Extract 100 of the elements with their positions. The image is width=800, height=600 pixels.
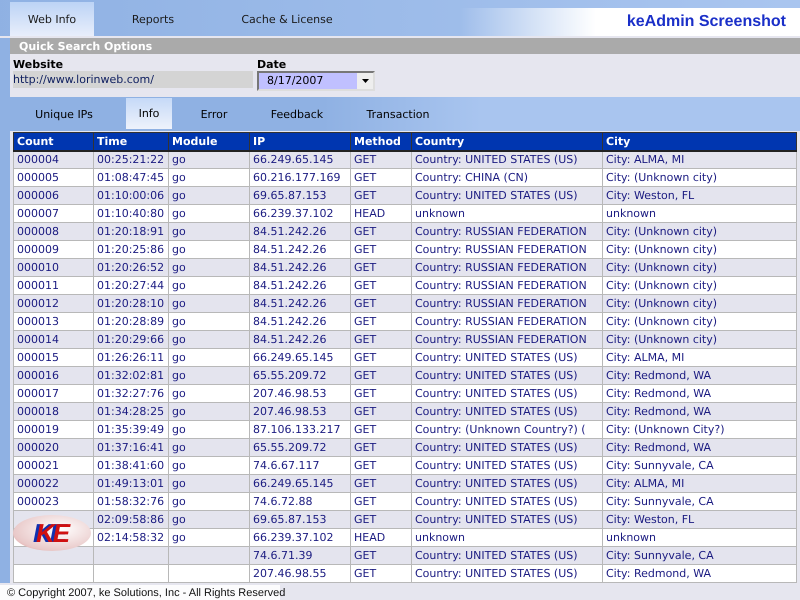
table-cell: Country: UNITED STATES (US) xyxy=(415,368,578,382)
table-cell: GET xyxy=(354,260,376,274)
table-cell: 01:58:32:76 xyxy=(97,494,164,508)
table-cell: City: (Unknown City?) xyxy=(606,422,725,436)
table-cell: 000005 xyxy=(17,170,59,184)
table-cell: Country: RUSSIAN FEDERATION xyxy=(415,332,587,346)
table-cell: 69.65.87.153 xyxy=(253,512,326,526)
table-cell: GET xyxy=(354,494,376,508)
sub-tab[interactable]: Error xyxy=(186,100,242,129)
table-cell: City: Sunnyvale, CA xyxy=(606,548,714,562)
table-cell: go xyxy=(172,476,186,490)
table-cell: City: (Unknown city) xyxy=(606,314,718,328)
table-cell: go xyxy=(172,386,186,400)
table-cell: GET xyxy=(354,152,376,166)
table-cell: GET xyxy=(354,188,376,202)
table-cell: 87.106.133.217 xyxy=(253,422,340,436)
table-cell: GET xyxy=(354,422,376,436)
table-cell: 000021 xyxy=(17,458,59,472)
table-cell: 01:20:28:10 xyxy=(97,296,164,310)
table-cell: GET xyxy=(354,224,376,238)
table-cell: GET xyxy=(354,404,376,418)
table-cell: Country: RUSSIAN FEDERATION xyxy=(415,242,587,256)
table-cell: 01:20:27:44 xyxy=(97,278,164,292)
table-cell: 000013 xyxy=(17,314,59,328)
table-cell: GET xyxy=(354,386,376,400)
table-cell: City: Redmond, WA xyxy=(606,368,712,382)
table-cell: City: Sunnyvale, CA xyxy=(606,494,714,508)
table-cell: Country: RUSSIAN FEDERATION xyxy=(415,296,587,310)
table-cell: 66.249.65.145 xyxy=(253,350,334,364)
table-cell: 000006 xyxy=(17,188,59,202)
table-cell: 000007 xyxy=(17,206,59,220)
top-tab[interactable]: Reports xyxy=(94,4,212,34)
sub-tab[interactable]: Unique IPs xyxy=(10,100,118,129)
table-cell: 000020 xyxy=(17,440,59,454)
table-cell: Country: UNITED STATES (US) xyxy=(415,386,578,400)
table-cell: Country: RUSSIAN FEDERATION xyxy=(415,314,587,328)
table-cell: 000010 xyxy=(17,260,59,274)
table-cell: 01:34:28:25 xyxy=(97,404,164,418)
table-cell: GET xyxy=(354,368,376,382)
table-cell: 65.55.209.72 xyxy=(253,440,326,454)
column-header[interactable]: Time xyxy=(94,132,168,150)
table-cell: 84.51.242.26 xyxy=(253,260,326,274)
table-cell: 00:25:21:22 xyxy=(97,152,164,166)
sub-tab[interactable]: Transaction xyxy=(348,100,448,129)
column-header[interactable]: Country xyxy=(412,132,602,150)
table-cell: HEAD xyxy=(354,206,386,220)
table-cell: City: Sunnyvale, CA xyxy=(606,458,714,472)
table-cell: 207.46.98.55 xyxy=(253,566,326,580)
table-cell: 000011 xyxy=(17,278,59,292)
table-cell: Country: UNITED STATES (US) xyxy=(415,458,578,472)
table-cell: go xyxy=(172,422,186,436)
copyright-text: © Copyright 2007, ke Solutions, Inc - All Rights Reserved xyxy=(7,586,286,598)
table-cell: go xyxy=(172,152,186,166)
table-cell: unknown xyxy=(415,530,465,544)
table-cell: 01:49:13:01 xyxy=(97,476,164,490)
table-cell: Country: RUSSIAN FEDERATION xyxy=(415,260,587,274)
table-cell: GET xyxy=(354,476,376,490)
top-tab[interactable]: Cache & License xyxy=(212,4,362,34)
table-cell: Country: UNITED STATES (US) xyxy=(415,440,578,454)
table-cell: 01:20:26:52 xyxy=(97,260,164,274)
table-cell: go xyxy=(172,206,186,220)
table-cell: 01:32:27:76 xyxy=(97,386,164,400)
table-cell: City: ALMA, MI xyxy=(606,152,684,166)
table-cell: City: Redmond, WA xyxy=(606,386,712,400)
table-cell: go xyxy=(172,296,186,310)
table-cell: 000008 xyxy=(17,224,59,238)
table-cell: 000023 xyxy=(17,494,59,508)
table-cell: go xyxy=(172,278,186,292)
table-cell: City: Redmond, WA xyxy=(606,566,712,580)
sub-tab[interactable]: Info xyxy=(126,98,172,129)
table-cell: go xyxy=(172,494,186,508)
table-cell: 000016 xyxy=(17,368,59,382)
table-cell: 207.46.98.53 xyxy=(253,404,326,418)
sub-tab[interactable]: Feedback xyxy=(250,100,344,129)
date-label: Date xyxy=(257,58,288,71)
table-cell: 01:37:16:41 xyxy=(97,440,164,454)
table-cell: go xyxy=(172,224,186,238)
table-cell: Country: UNITED STATES (US) xyxy=(415,476,578,490)
column-header[interactable]: Module xyxy=(168,132,250,150)
column-header[interactable]: Method xyxy=(350,132,412,150)
column-header[interactable]: IP xyxy=(250,132,350,150)
table-cell: 74.6.67.117 xyxy=(253,458,320,472)
table-cell: City: Weston, FL xyxy=(606,512,694,526)
table-cell: Country: UNITED STATES (US) xyxy=(415,188,578,202)
table-cell: 84.51.242.26 xyxy=(253,224,326,238)
table-cell: 60.216.177.169 xyxy=(253,170,340,184)
table-cell: go xyxy=(172,440,186,454)
website-label: Website xyxy=(13,58,64,71)
table-cell: Country: UNITED STATES (US) xyxy=(415,350,578,364)
column-header[interactable]: Count xyxy=(14,132,94,150)
table-cell: 000004 xyxy=(17,152,59,166)
date-dropdown[interactable]: 8/17/2007 xyxy=(257,71,375,91)
top-tab[interactable]: Web Info xyxy=(10,2,94,36)
website-field: http://www.lorinweb.com/ xyxy=(13,71,253,88)
table-cell: Country: RUSSIAN FEDERATION xyxy=(415,278,587,292)
column-header[interactable]: City xyxy=(602,132,796,150)
table-cell: go xyxy=(172,350,186,364)
section-header: Quick Search Options xyxy=(10,38,800,54)
table-cell: 01:10:00:06 xyxy=(97,188,164,202)
table-cell: 74.6.71.39 xyxy=(253,548,312,562)
